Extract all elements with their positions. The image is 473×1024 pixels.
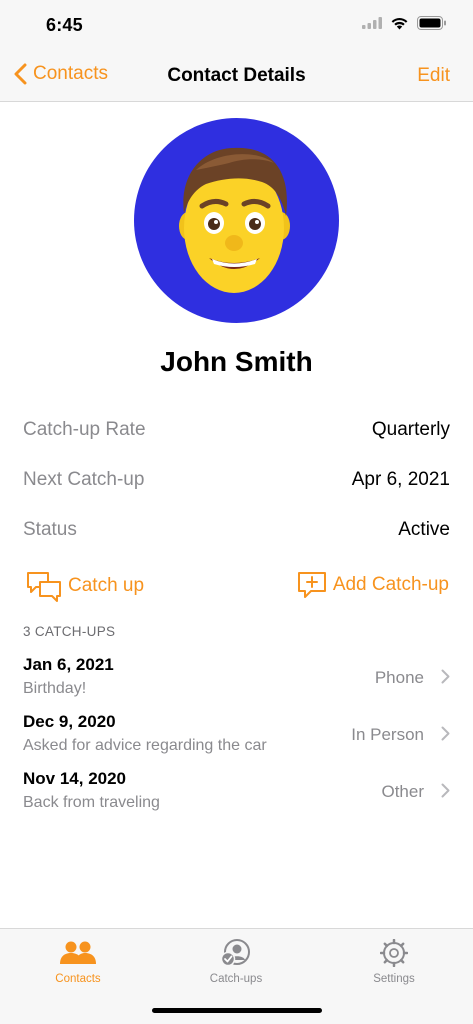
info-value: Active bbox=[398, 519, 450, 540]
catch-up-type: Phone bbox=[374, 668, 424, 687]
info-value: Quarterly bbox=[371, 419, 450, 440]
catch-up-row[interactable]: Dec 9, 2020 Asked for advice regarding t… bbox=[23, 712, 450, 760]
catch-up-date: Dec 9, 2020 bbox=[23, 712, 116, 731]
tab-settings[interactable]: Settings bbox=[334, 939, 454, 985]
info-row-status: Status Active bbox=[23, 515, 450, 545]
chevron-right-icon bbox=[441, 726, 450, 741]
home-indicator bbox=[152, 1008, 322, 1013]
contact-name: John Smith bbox=[160, 346, 313, 377]
wifi-icon bbox=[391, 18, 408, 30]
person-check-icon bbox=[220, 939, 250, 967]
edit-button[interactable]: Edit bbox=[417, 65, 450, 87]
catch-ups-section-header: 3 CATCH-UPS bbox=[23, 624, 116, 639]
people-icon bbox=[60, 941, 96, 964]
info-label: Next Catch-up bbox=[23, 469, 145, 490]
info-value: Apr 6, 2021 bbox=[351, 469, 450, 490]
info-row-catch-up-rate: Catch-up Rate Quarterly bbox=[23, 415, 450, 445]
info-label: Catch-up Rate bbox=[23, 419, 146, 440]
page-title: Contact Details bbox=[167, 65, 306, 86]
catch-up-button[interactable]: Catch up bbox=[26, 570, 144, 602]
catch-up-note: Asked for advice regarding the car bbox=[23, 737, 267, 754]
catch-up-type: In Person bbox=[351, 725, 424, 744]
tab-label: Catch-ups bbox=[209, 973, 263, 985]
info-label: Status bbox=[23, 519, 77, 540]
chevron-right-icon bbox=[441, 669, 450, 684]
catch-up-label: Catch up bbox=[68, 575, 145, 596]
signal-icon bbox=[362, 17, 382, 29]
status-icons bbox=[362, 16, 447, 30]
info-row-next-catch-up: Next Catch-up Apr 6, 2021 bbox=[23, 465, 450, 495]
status-bar: 6:45 bbox=[0, 0, 473, 50]
status-time: 6:45 bbox=[46, 15, 83, 35]
battery-icon bbox=[417, 16, 446, 30]
chat-bubbles-icon bbox=[27, 572, 61, 602]
memoji-face-icon bbox=[179, 147, 290, 293]
avatar bbox=[134, 118, 339, 323]
tab-catch-ups[interactable]: Catch-ups bbox=[176, 939, 296, 985]
tab-contacts[interactable]: Contacts bbox=[18, 939, 138, 985]
catch-up-type: Other bbox=[381, 782, 424, 801]
add-bubble-icon bbox=[297, 572, 326, 598]
catch-up-row[interactable]: Nov 14, 2020 Back from traveling Other bbox=[23, 769, 450, 817]
catch-up-date: Jan 6, 2021 bbox=[23, 655, 114, 674]
add-catch-up-button[interactable]: Add Catch-up bbox=[297, 570, 449, 600]
nav-bar: Contacts Contact Details Edit bbox=[0, 50, 473, 102]
catch-up-note: Birthday! bbox=[23, 680, 87, 697]
tab-label: Settings bbox=[373, 973, 415, 985]
catch-up-row[interactable]: Jan 6, 2021 Birthday! Phone bbox=[23, 655, 450, 703]
catch-up-date: Nov 14, 2020 bbox=[23, 769, 127, 788]
catch-up-note: Back from traveling bbox=[23, 794, 160, 811]
tab-label: Contacts bbox=[55, 973, 101, 985]
add-catch-up-label: Add Catch-up bbox=[332, 574, 449, 595]
gear-icon bbox=[380, 939, 408, 967]
chevron-right-icon bbox=[441, 783, 450, 798]
